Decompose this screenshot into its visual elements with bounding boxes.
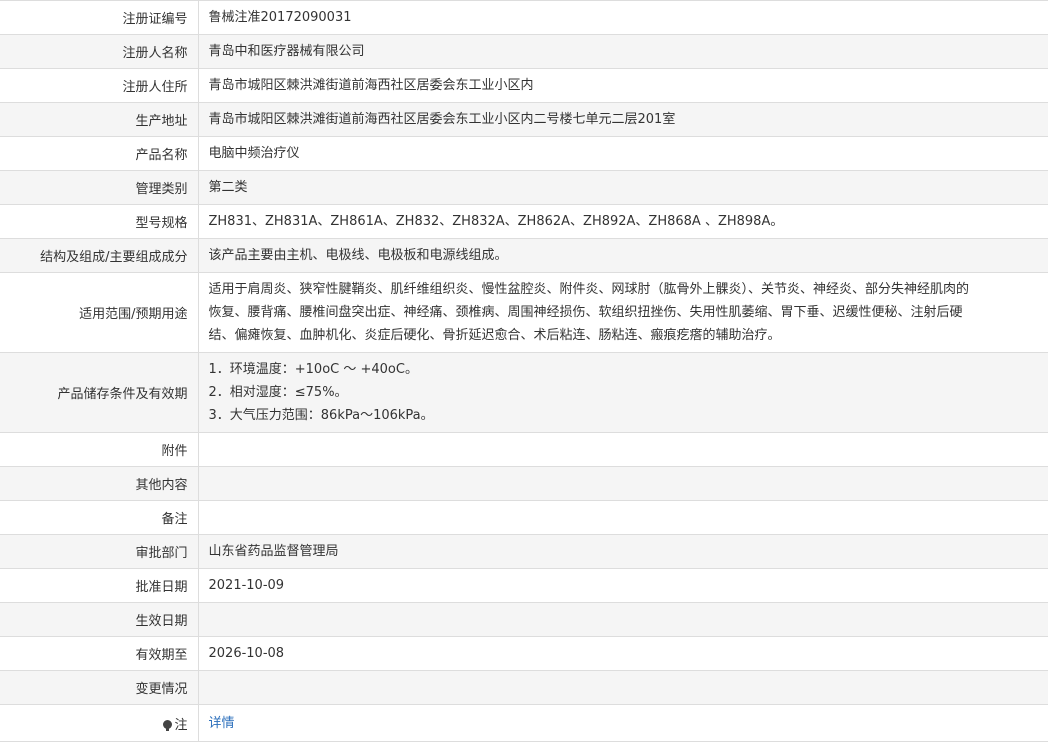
- row-label: 变更情况: [0, 670, 199, 705]
- row-label: 审批部门: [0, 534, 199, 569]
- details-link[interactable]: 详情: [209, 716, 235, 731]
- row-value: 2021-10-09: [198, 568, 1048, 603]
- row-label: 适用范围/预期用途: [0, 272, 199, 353]
- lightbulb-icon: [163, 719, 173, 731]
- value-line: 适用于肩周炎、狭窄性腱鞘炎、肌纤维组织炎、慢性盆腔炎、附件炎、网球肘（肱骨外上髁…: [208, 282, 970, 297]
- row-value: 电脑中频治疗仪: [198, 136, 1048, 171]
- table-row: 管理类别 第二类: [0, 170, 1048, 205]
- row-label: 附件: [0, 432, 199, 467]
- note-label: 注: [174, 717, 188, 733]
- row-label: 备注: [0, 500, 199, 535]
- row-label: 注册证编号: [0, 0, 199, 35]
- row-value: 山东省药品监督管理局: [198, 534, 1048, 569]
- row-value: 青岛市城阳区棘洪滩街道前海西社区居委会东工业小区内: [198, 68, 1048, 103]
- row-value: [198, 466, 1048, 501]
- row-label: 产品储存条件及有效期: [0, 352, 199, 433]
- row-value: 青岛市城阳区棘洪滩街道前海西社区居委会东工业小区内二号楼七单元二层201室: [198, 102, 1048, 137]
- row-value: [198, 500, 1048, 535]
- value-line: 2．相对湿度：≤75%。: [208, 385, 348, 400]
- table-row: 附件: [0, 432, 1048, 467]
- row-value: [198, 432, 1048, 467]
- value-line: 结、偏瘫恢复、血肿机化、炎症后硬化、骨折延迟愈合、术后粘连、肠粘连、瘢痕疙瘩的辅…: [208, 328, 781, 343]
- table-row: 注册人住所 青岛市城阳区棘洪滩街道前海西社区居委会东工业小区内: [0, 68, 1048, 103]
- row-value: 适用于肩周炎、狭窄性腱鞘炎、肌纤维组织炎、慢性盆腔炎、附件炎、网球肘（肱骨外上髁…: [198, 272, 1048, 353]
- row-label: 有效期至: [0, 636, 199, 671]
- value-line: 恢复、腰背痛、腰椎间盘突出症、神经痛、颈椎病、周围神经损伤、软组织扭挫伤、失用性…: [208, 305, 963, 320]
- value-line: 3．大气压力范围：86kPa～106kPa。: [208, 408, 434, 423]
- row-label: 型号规格: [0, 204, 199, 239]
- row-label: 管理类别: [0, 170, 199, 205]
- row-label: 生效日期: [0, 602, 199, 637]
- table-row: 结构及组成/主要组成成分 该产品主要由主机、电极线、电极板和电源线组成。: [0, 238, 1048, 273]
- registration-detail-panel: 注册证编号 鲁械注准20172090031 注册人名称 青岛中和医疗器械有限公司…: [0, 0, 1048, 742]
- row-value: [198, 602, 1048, 637]
- row-label: 产品名称: [0, 136, 199, 171]
- table-row: 审批部门 山东省药品监督管理局: [0, 534, 1048, 569]
- note-label-cell: 注: [0, 704, 199, 742]
- row-value: 青岛中和医疗器械有限公司: [198, 34, 1048, 69]
- row-value: 该产品主要由主机、电极线、电极板和电源线组成。: [198, 238, 1048, 273]
- row-value: 1．环境温度：+10oC ～ +40oC。 2．相对湿度：≤75%。 3．大气压…: [198, 352, 1048, 433]
- table-row: 注册人名称 青岛中和医疗器械有限公司: [0, 34, 1048, 69]
- table-row: 生产地址 青岛市城阳区棘洪滩街道前海西社区居委会东工业小区内二号楼七单元二层20…: [0, 102, 1048, 137]
- registration-table: 注册证编号 鲁械注准20172090031 注册人名称 青岛中和医疗器械有限公司…: [0, 0, 1048, 742]
- row-label: 批准日期: [0, 568, 199, 603]
- table-row: 注册证编号 鲁械注准20172090031: [0, 0, 1048, 35]
- table-row: 备注: [0, 500, 1048, 535]
- table-row: 型号规格 ZH831、ZH831A、ZH861A、ZH832、ZH832A、ZH…: [0, 204, 1048, 239]
- table-row: 产品储存条件及有效期 1．环境温度：+10oC ～ +40oC。 2．相对湿度：…: [0, 352, 1048, 433]
- table-row: 其他内容: [0, 466, 1048, 501]
- row-value: 2026-10-08: [198, 636, 1048, 671]
- table-row: 批准日期 2021-10-09: [0, 568, 1048, 603]
- table-row: 有效期至 2026-10-08: [0, 636, 1048, 671]
- row-label: 生产地址: [0, 102, 199, 137]
- table-row: 变更情况: [0, 670, 1048, 705]
- value-line: 1．环境温度：+10oC ～ +40oC。: [208, 362, 418, 377]
- table-row: 产品名称 电脑中频治疗仪: [0, 136, 1048, 171]
- table-row: 适用范围/预期用途 适用于肩周炎、狭窄性腱鞘炎、肌纤维组织炎、慢性盆腔炎、附件炎…: [0, 272, 1048, 353]
- row-value: ZH831、ZH831A、ZH861A、ZH832、ZH832A、ZH862A、…: [198, 204, 1048, 239]
- row-value: 第二类: [198, 170, 1048, 205]
- row-label: 注册人住所: [0, 68, 199, 103]
- row-label: 其他内容: [0, 466, 199, 501]
- row-label: 注册人名称: [0, 34, 199, 69]
- row-value: 鲁械注准20172090031: [198, 0, 1048, 35]
- table-row: 生效日期: [0, 602, 1048, 637]
- table-row: 注 详情: [0, 704, 1048, 742]
- row-value: [198, 670, 1048, 705]
- row-label: 结构及组成/主要组成成分: [0, 238, 199, 273]
- row-value: 详情: [198, 704, 1048, 742]
